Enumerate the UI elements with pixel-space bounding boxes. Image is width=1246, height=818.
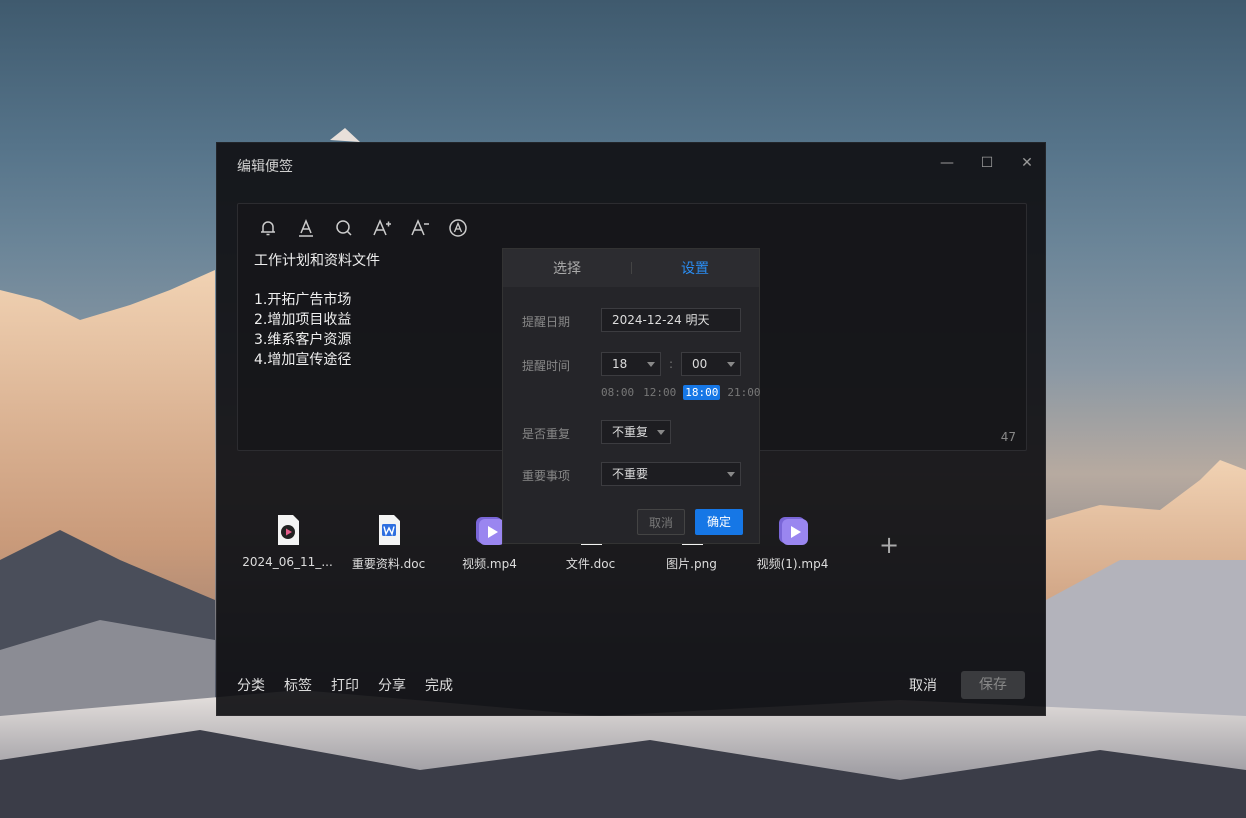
important-select[interactable]: 不重要 [601, 462, 741, 486]
reminder-date-label: 提醒日期 [522, 315, 571, 329]
mp4-file-icon [776, 513, 810, 547]
hour-select[interactable]: 18 [601, 352, 661, 376]
note-line: 3.维系客户资源 [254, 332, 352, 348]
chevron-down-icon [727, 472, 735, 477]
minute-value: 00 [692, 357, 708, 371]
close-icon[interactable]: ✕ [1017, 155, 1037, 171]
word-file-icon [372, 513, 406, 547]
editor-toolbar [256, 216, 470, 240]
attachment-name: 视频.mp4 [462, 557, 517, 571]
tab-settings[interactable]: 设置 [631, 258, 759, 278]
cancel-button[interactable]: 取消 [909, 675, 937, 695]
done-button[interactable]: 完成 [425, 675, 453, 695]
chevron-down-icon [647, 362, 655, 367]
attachment-name: 重要资料.doc [351, 557, 426, 571]
font-increase-icon[interactable] [370, 216, 394, 240]
repeat-label: 是否重复 [522, 427, 571, 441]
quick-time-1200[interactable]: 12:00 [641, 385, 678, 400]
attachment-item[interactable]: 2024_06_11_... [237, 513, 338, 572]
auto-format-icon[interactable] [446, 216, 470, 240]
quick-time-options: 08:00 12:00 18:00 21:00 [599, 385, 763, 400]
hour-value: 18 [612, 357, 628, 371]
print-button[interactable]: 打印 [331, 675, 359, 695]
tab-select[interactable]: 选择 [503, 258, 631, 278]
text-color-icon[interactable] [294, 216, 318, 240]
tag-button[interactable]: 标签 [284, 675, 312, 695]
chevron-down-icon [657, 430, 665, 435]
char-count: 47 [1000, 430, 1016, 444]
maximize-icon[interactable]: ☐ [977, 155, 997, 171]
repeat-select[interactable]: 不重复 [601, 420, 671, 444]
bell-icon[interactable] [256, 216, 280, 240]
search-icon[interactable] [332, 216, 356, 240]
note-line: 4.增加宣传途径 [254, 352, 352, 368]
note-line: 2.增加项目收益 [254, 312, 352, 328]
reminder-popup: 选择 设置 提醒日期 2024-12-24 明天 提醒时间 18 : 00 08… [502, 248, 763, 544]
share-button[interactable]: 分享 [378, 675, 406, 695]
video-file-icon [271, 513, 305, 547]
minute-select[interactable]: 00 [681, 352, 741, 376]
time-separator: : [669, 357, 674, 371]
category-button[interactable]: 分类 [237, 675, 265, 695]
chevron-down-icon [727, 362, 735, 367]
tab-divider [631, 262, 632, 274]
attachment-name: 图片.png [666, 557, 717, 571]
save-button[interactable]: 保存 [961, 671, 1025, 699]
important-value: 不重要 [612, 467, 649, 481]
font-decrease-icon[interactable] [408, 216, 432, 240]
repeat-value: 不重复 [612, 425, 649, 439]
add-attachment-icon[interactable]: + [879, 533, 899, 557]
attachment-name: 文件.doc [565, 557, 616, 571]
window-title: 编辑便签 [237, 159, 293, 175]
quick-time-2100[interactable]: 21:00 [725, 385, 762, 400]
important-label: 重要事项 [522, 469, 571, 483]
attachment-name: 2024_06_11_... [242, 555, 333, 569]
reminder-date-field[interactable]: 2024-12-24 明天 [601, 308, 741, 332]
note-line: 1.开拓广告市场 [254, 292, 352, 308]
quick-time-0800[interactable]: 08:00 [599, 385, 636, 400]
bottom-actions: 分类 标签 打印 分享 完成 [237, 675, 453, 695]
reminder-time-label: 提醒时间 [522, 359, 571, 373]
note-title: 工作计划和资料文件 [254, 253, 380, 269]
popup-cancel-button[interactable]: 取消 [637, 509, 685, 535]
minimize-icon[interactable]: — [937, 155, 957, 171]
note-body: 1.开拓广告市场 2.增加项目收益 3.维系客户资源 4.增加宣传途径 [254, 290, 351, 370]
quick-time-1800[interactable]: 18:00 [683, 385, 721, 400]
attachment-name: 视频(1).mp4 [756, 557, 829, 571]
popup-confirm-button[interactable]: 确定 [695, 509, 743, 535]
reminder-tabs: 选择 设置 [503, 249, 759, 287]
attachment-item[interactable]: 重要资料.doc [338, 513, 439, 572]
